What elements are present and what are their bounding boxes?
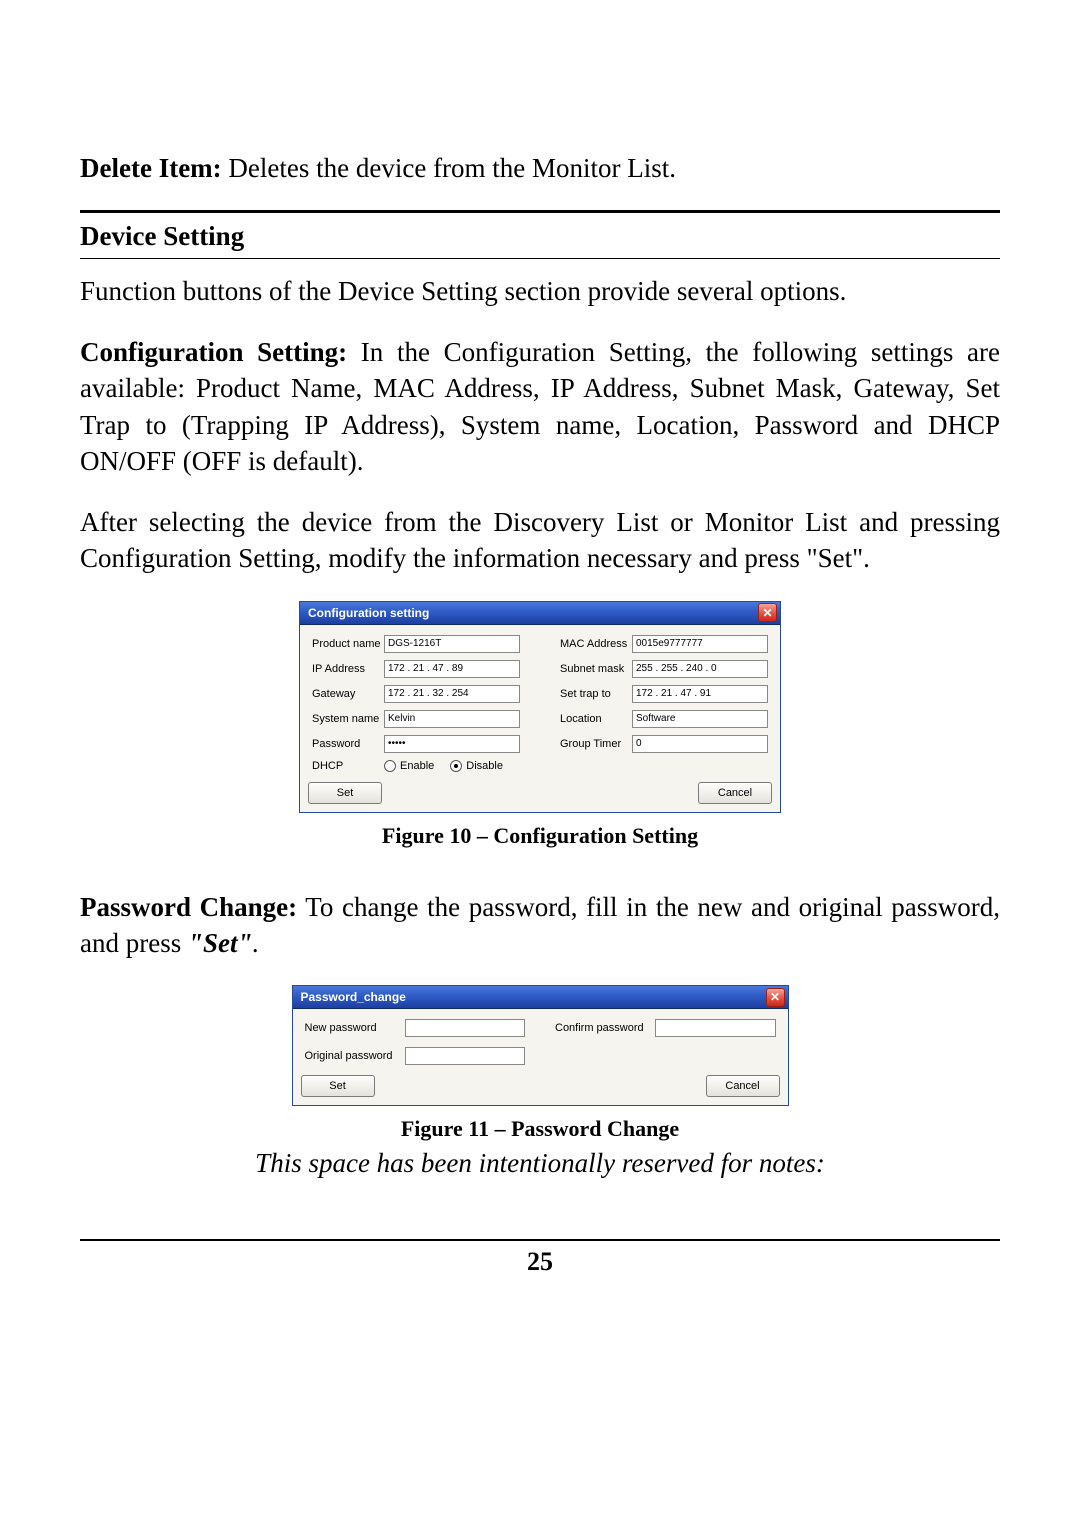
set-button[interactable]: Set [308, 782, 382, 804]
settrap-field[interactable]: 172 . 21 . 47 . 91 [632, 685, 768, 703]
dialog-title: Password_change [301, 990, 406, 1004]
label-gateway: Gateway [312, 688, 384, 700]
dhcp-enable-radio[interactable]: Enable [384, 760, 434, 772]
section-divider-top [80, 210, 1000, 213]
dhcp-radio-group: Enable Disable [384, 760, 768, 772]
dialog-button-row: Set Cancel [300, 782, 780, 812]
pwd-label: Password Change: [80, 892, 297, 922]
dialog-body: New password Confirm password Original p… [293, 1009, 788, 1075]
label-confirm-password: Confirm password [555, 1022, 655, 1034]
paragraph-intro: Function buttons of the Device Setting s… [80, 273, 1000, 309]
label-location: Location [560, 713, 632, 725]
pwd-period: . [252, 928, 259, 958]
cancel-button[interactable]: Cancel [698, 782, 772, 804]
label-product-name: Product name [312, 638, 384, 650]
label-ip: IP Address [312, 663, 384, 675]
page-number: 25 [80, 1247, 1000, 1277]
label-subnet: Subnet mask [560, 663, 632, 675]
paragraph-config: Configuration Setting: In the Configurat… [80, 334, 1000, 480]
new-password-field[interactable] [405, 1019, 526, 1037]
product-name-field[interactable]: DGS-1216T [384, 635, 520, 653]
section-divider-thin [80, 258, 1000, 259]
label-password: Password [312, 738, 384, 750]
notes-placeholder: This space has been intentionally reserv… [80, 1148, 1000, 1179]
label-original-password: Original password [305, 1050, 405, 1062]
dialog-body: Product name DGS-1216T MAC Address 0015e… [300, 625, 780, 782]
label-grouptimer: Group Timer [560, 738, 632, 750]
sysname-field[interactable]: Kelvin [384, 710, 520, 728]
close-icon[interactable]: ✕ [766, 988, 785, 1007]
grouptimer-field[interactable]: 0 [632, 735, 768, 753]
radio-enable-label: Enable [400, 760, 434, 772]
paragraph-password-change: Password Change: To change the password,… [80, 889, 1000, 962]
dialog-title: Configuration setting [308, 606, 429, 620]
close-icon[interactable]: ✕ [758, 603, 777, 622]
dialog-titlebar: Password_change ✕ [293, 986, 788, 1009]
paragraph-delete-item: Delete Item: Deletes the device from the… [80, 150, 1000, 186]
configuration-setting-dialog: Configuration setting ✕ Product name DGS… [299, 601, 781, 813]
label-settrap: Set trap to [560, 688, 632, 700]
config-label: Configuration Setting: [80, 337, 347, 367]
footer-rule [80, 1239, 1000, 1241]
figure11-caption: Figure 11 – Password Change [80, 1116, 1000, 1142]
figure10-caption: Figure 10 – Configuration Setting [80, 823, 1000, 849]
device-setting-heading: Device Setting [80, 221, 1000, 252]
dialog-titlebar: Configuration setting ✕ [300, 602, 780, 625]
confirm-password-field[interactable] [655, 1019, 776, 1037]
gateway-field[interactable]: 172 . 21 . 32 . 254 [384, 685, 520, 703]
label-sysname: System name [312, 713, 384, 725]
password-change-dialog: Password_change ✕ New password Confirm p… [292, 985, 789, 1106]
delete-item-label: Delete Item: [80, 153, 222, 183]
document-page: Delete Item: Deletes the device from the… [0, 0, 1080, 1526]
radio-disable-label: Disable [466, 760, 503, 772]
dhcp-disable-radio[interactable]: Disable [450, 760, 503, 772]
ip-field[interactable]: 172 . 21 . 47 . 89 [384, 660, 520, 678]
paragraph-after: After selecting the device from the Disc… [80, 504, 1000, 577]
delete-item-text: Deletes the device from the Monitor List… [222, 153, 676, 183]
set-button[interactable]: Set [301, 1075, 375, 1097]
label-dhcp: DHCP [312, 760, 384, 772]
pwd-set-word: "Set" [188, 928, 252, 958]
original-password-field[interactable] [405, 1047, 526, 1065]
password-field[interactable]: ••••• [384, 735, 520, 753]
subnet-field[interactable]: 255 . 255 . 240 . 0 [632, 660, 768, 678]
cancel-button[interactable]: Cancel [706, 1075, 780, 1097]
label-mac: MAC Address [560, 638, 632, 650]
mac-field[interactable]: 0015e9777777 [632, 635, 768, 653]
label-new-password: New password [305, 1022, 405, 1034]
dialog-button-row: Set Cancel [293, 1075, 788, 1105]
location-field[interactable]: Software [632, 710, 768, 728]
